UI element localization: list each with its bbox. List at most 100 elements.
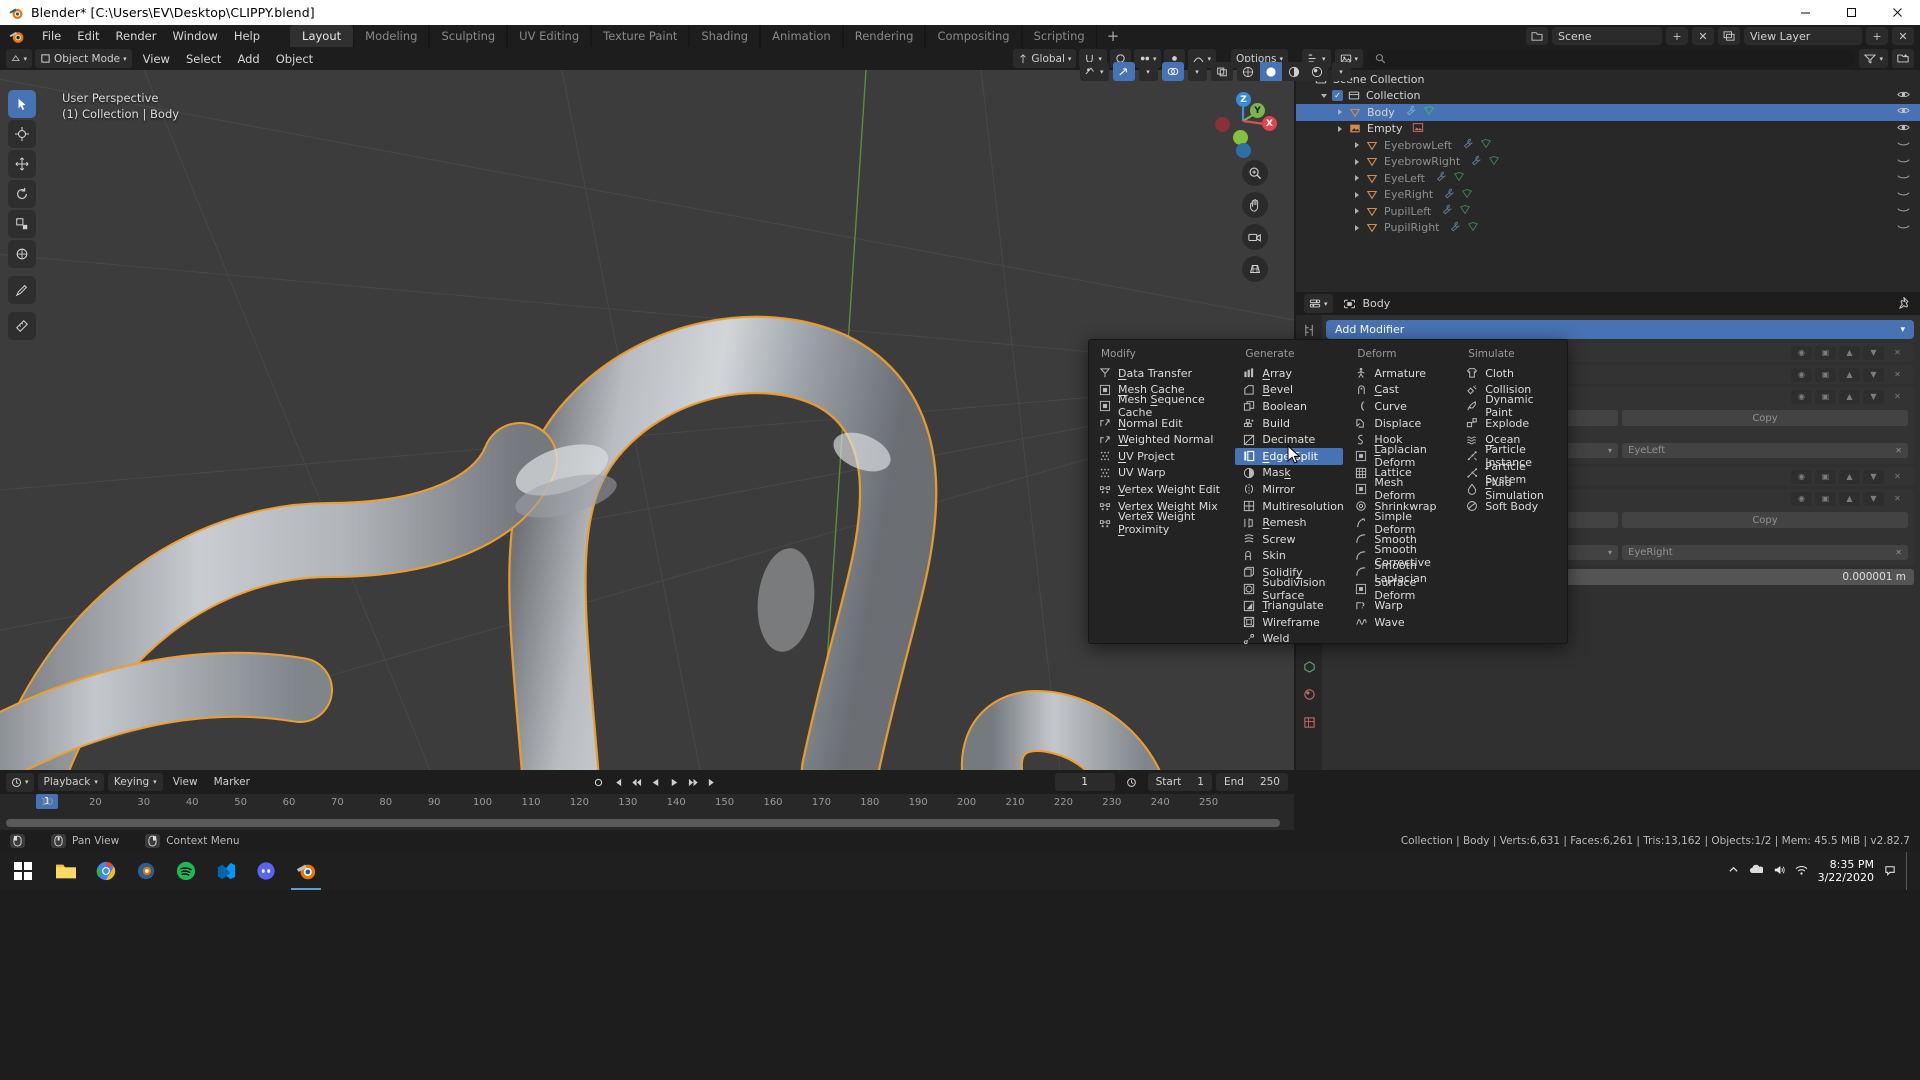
modifier-delete-button[interactable]: ✕: [1887, 470, 1908, 484]
modifier-menu-item-mirror[interactable]: Mirror: [1235, 481, 1343, 498]
new-view-layer-icon[interactable]: +: [1866, 27, 1888, 45]
wrench-icon[interactable]: [1405, 105, 1417, 119]
modifier-menu-item-wireframe[interactable]: Wireframe: [1235, 614, 1343, 631]
add-modifier-button[interactable]: Add Modifier ▾: [1326, 320, 1914, 339]
toggle-orthographic-icon[interactable]: [1242, 256, 1268, 282]
outliner-row-pupilright[interactable]: PupilRight: [1296, 220, 1920, 237]
timeline-editor-type-icon[interactable]: ▾: [6, 772, 34, 792]
outliner-row-eyebrowright[interactable]: EyebrowRight: [1296, 154, 1920, 171]
maximize-button[interactable]: [1828, 0, 1874, 25]
auto-keying-toggle[interactable]: [590, 774, 607, 791]
tool-scale[interactable]: [8, 210, 36, 238]
mesh-data-icon[interactable]: [1467, 221, 1479, 235]
minimize-button[interactable]: [1782, 0, 1828, 25]
outliner-expander-icon[interactable]: [1338, 125, 1349, 132]
modifier-render-toggle[interactable]: ◉: [1791, 345, 1812, 360]
modifier-render-toggle[interactable]: ◉: [1791, 367, 1812, 382]
wrench-icon[interactable]: [1470, 155, 1482, 169]
modifier-delete-button[interactable]: ✕: [1887, 368, 1908, 382]
mesh-data-icon[interactable]: [1480, 138, 1492, 152]
outliner-expander-icon[interactable]: [1321, 93, 1332, 98]
next-keyframe-button[interactable]: [685, 774, 702, 791]
outliner-row-scene-collection[interactable]: Scene Collection: [1296, 71, 1920, 88]
timeline-marker-menu[interactable]: Marker: [208, 776, 256, 788]
workspace-tab-compositing[interactable]: Compositing: [925, 25, 1022, 47]
modifier-render-toggle[interactable]: ◉: [1791, 469, 1812, 484]
editor-type-icon[interactable]: ▾: [6, 49, 32, 68]
image-data-icon[interactable]: [1412, 122, 1424, 136]
modifier-delete-button[interactable]: ✕: [1887, 346, 1908, 360]
modifier-move-up-button[interactable]: ▲: [1839, 389, 1860, 404]
tool-transform[interactable]: [8, 240, 36, 268]
modifier-menu-item-uv-warp[interactable]: UV Warp: [1091, 465, 1231, 482]
modifier-menu-item-vertex-weight-edit[interactable]: Vertex Weight Edit: [1091, 481, 1231, 498]
modifier-menu-item-mask[interactable]: Mask: [1235, 465, 1343, 482]
eye-hidden-icon[interactable]: [1897, 204, 1910, 218]
outliner-row-pupilleft[interactable]: PupilLeft: [1296, 203, 1920, 220]
scene-name-field[interactable]: Scene: [1552, 27, 1662, 45]
modifier-menu-item-build[interactable]: Build: [1235, 415, 1343, 432]
modifier-menu-item-laplacian-deform[interactable]: Laplacian Deform: [1347, 443, 1454, 469]
eye-visible-icon[interactable]: [1897, 105, 1910, 119]
wrench-icon[interactable]: [1443, 188, 1455, 202]
view-layer-name-field[interactable]: View Layer: [1744, 27, 1862, 45]
outliner-expander-icon[interactable]: [1355, 224, 1366, 231]
playback-menu[interactable]: Playback ▾: [37, 773, 104, 791]
eye-hidden-icon[interactable]: [1897, 171, 1910, 185]
object-mode-selector[interactable]: Object Mode ▾: [35, 49, 132, 68]
keying-menu[interactable]: Keying ▾: [107, 773, 163, 791]
modifier-menu-item-cloth[interactable]: Cloth: [1458, 365, 1565, 382]
modifier-object-value[interactable]: EyeRight ✕: [1622, 545, 1908, 560]
menu-file[interactable]: File: [34, 26, 69, 46]
mesh-data-icon[interactable]: [1488, 155, 1500, 169]
pin-id-icon[interactable]: [1898, 294, 1912, 313]
delete-view-layer-icon[interactable]: ✕: [1892, 27, 1914, 45]
modifier-move-up-button[interactable]: ▲: [1839, 491, 1860, 506]
modifier-delete-button[interactable]: ✕: [1887, 492, 1908, 506]
modifier-menu-item-weighted-normal[interactable]: Weighted Normal: [1091, 431, 1231, 448]
add-workspace-button[interactable]: +: [1097, 25, 1130, 47]
gizmo-axis-y[interactable]: Y: [1250, 103, 1265, 118]
pan-view-icon[interactable]: [1242, 192, 1268, 218]
modifier-move-down-button[interactable]: ▼: [1863, 367, 1884, 382]
modifier-render-toggle[interactable]: ◉: [1791, 491, 1812, 506]
viewport-menu-object[interactable]: Object: [268, 49, 321, 69]
modifier-viewport-toggle[interactable]: ▣: [1815, 491, 1836, 506]
shading-dropdown-icon[interactable]: ▾: [1331, 62, 1351, 81]
modifier-viewport-toggle[interactable]: ▣: [1815, 345, 1836, 360]
wrench-icon[interactable]: [1449, 221, 1461, 235]
vscode-icon[interactable]: [206, 852, 246, 890]
eye-hidden-icon[interactable]: [1897, 138, 1910, 152]
eye-hidden-icon[interactable]: [1897, 188, 1910, 202]
shading-rendered-button[interactable]: [1305, 62, 1328, 81]
outliner-expander-icon[interactable]: [1355, 175, 1366, 182]
eye-visible-icon[interactable]: [1897, 122, 1910, 136]
delete-scene-icon[interactable]: ✕: [1692, 27, 1714, 45]
wrench-icon[interactable]: [1462, 138, 1474, 152]
modifier-menu-item-curve[interactable]: Curve: [1347, 398, 1454, 415]
outliner-row-eyeleft[interactable]: EyeLeft: [1296, 170, 1920, 187]
jump-to-start-button[interactable]: [609, 774, 626, 791]
modifier-menu-item-subdivision-surface[interactable]: Subdivision Surface: [1235, 576, 1343, 602]
outliner-expander-icon[interactable]: [1338, 109, 1349, 116]
file-explorer-icon[interactable]: [46, 852, 86, 890]
frame-range-fields[interactable]: Start 1: [1147, 773, 1212, 791]
modifier-menu-item-displace[interactable]: Displace: [1347, 415, 1454, 432]
modifier-menu-item-array[interactable]: Array: [1235, 365, 1343, 382]
modifier-menu-item-boolean[interactable]: Boolean: [1235, 398, 1343, 415]
tool-annotate[interactable]: [8, 276, 36, 304]
workspace-tab-scripting[interactable]: Scripting: [1021, 25, 1097, 47]
overlays-dropdown-icon[interactable]: ▾: [1187, 62, 1207, 81]
modifier-object-value[interactable]: EyeLeft ✕: [1622, 443, 1908, 458]
modifier-menu-item-vertex-weight-proximity[interactable]: Vertex Weight Proximity: [1091, 510, 1231, 536]
modifier-menu-item-surface-deform[interactable]: Surface Deform: [1347, 576, 1454, 602]
workspace-tab-uv-editing[interactable]: UV Editing: [507, 25, 592, 47]
modifier-viewport-toggle[interactable]: ▣: [1815, 389, 1836, 404]
show-desktop-button[interactable]: [1906, 852, 1912, 890]
blender-icon[interactable]: [286, 852, 326, 890]
menu-help[interactable]: Help: [226, 26, 268, 46]
navigation-gizmo[interactable]: Z Y X: [1210, 88, 1277, 158]
modifier-menu-item-multiresolution[interactable]: Multiresolution: [1235, 498, 1344, 515]
wrench-icon[interactable]: [1435, 171, 1447, 185]
show-overlays-toggle[interactable]: [1161, 62, 1184, 81]
